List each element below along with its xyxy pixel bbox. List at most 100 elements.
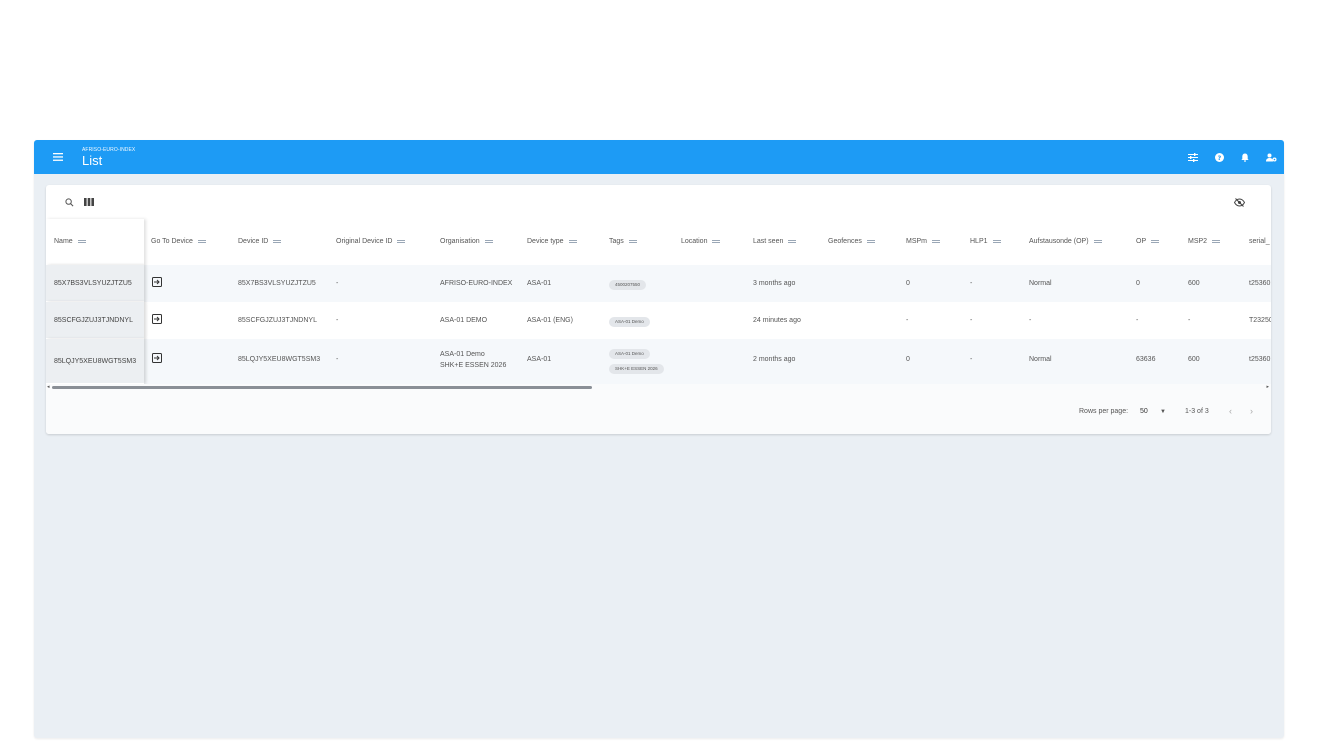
app-bar: AFRISO-EURO-INDEX List ? [34,140,1284,174]
column-label: Aufstausonde (OP) [1029,238,1089,245]
help-icon[interactable]: ? [1206,140,1232,174]
tag-chip[interactable]: ASA-01 Demo [609,317,650,327]
column-header-last-seen[interactable]: Last seen [753,238,797,245]
aufstausonde-cell: - [1029,317,1032,324]
msp2-cell: 600 [1188,356,1200,363]
name-cell[interactable]: 85LQJY5XEU8WGT5SM3 [46,339,144,384]
drag-handle-icon[interactable] [866,240,875,243]
rows-per-page-select[interactable]: 50 [1140,408,1148,415]
drag-handle-icon[interactable] [397,240,406,243]
tune-icon[interactable] [1180,140,1206,174]
column-label: Location [681,238,708,245]
table-row[interactable]: 85LQJY5XEU8WGT5SM3 - ASA-01 Demo SHK+E E… [46,339,1271,384]
drag-handle-icon[interactable] [484,240,493,243]
device-type-cell: ASA-01 [527,356,552,363]
column-header-go-to-device[interactable]: Go To Device [151,238,206,245]
device-id-cell: 85X7BS3VLSYUZJTZU5 [238,280,316,287]
column-header-location[interactable]: Location [681,238,721,245]
table-pagination: Rows per page: 50 ▼ 1-3 of 3 ‹ › [46,390,1271,434]
original-device-id-cell: - [336,317,339,324]
drag-handle-icon[interactable] [788,240,797,243]
device-type-cell: ASA-01 [527,280,552,287]
account-settings-icon[interactable] [1258,140,1284,174]
tag-chip[interactable]: 4500207550 [609,280,647,290]
msp2-cell: 600 [1188,280,1200,287]
drag-handle-icon[interactable] [77,240,86,243]
organisation-subtitle: AFRISO-EURO-INDEX [82,147,136,153]
drag-handle-icon[interactable] [1212,240,1221,243]
column-label: MSP2 [1188,238,1208,245]
svg-text:?: ? [1217,154,1221,161]
go-to-device-icon[interactable] [152,277,162,291]
name-cell[interactable]: 85SCFGJZUJ3TJNDNYL [46,302,144,339]
column-header-device-type[interactable]: Device type [527,238,577,245]
tag-chip[interactable]: SHK+E ESSEN 2026 [609,364,664,374]
scrollbar-thumb[interactable] [52,386,592,389]
original-device-id-cell: - [336,280,339,287]
column-header-device-id[interactable]: Device ID [238,238,282,245]
organisation-cell: ASA-01 Demo SHK+E ESSEN 2026 [440,349,506,371]
tags-cell: ASA-01 Demo SHK+E ESSEN 2026 [609,347,664,377]
column-header-geofences[interactable]: Geofences [828,238,875,245]
menu-icon[interactable] [34,140,82,174]
tags-cell: ASA-01 Demo [609,316,650,330]
column-header-msp2[interactable]: MSP2 [1188,238,1221,245]
previous-page-icon[interactable]: ‹ [1229,406,1232,416]
pagination-range: 1-3 of 3 [1185,408,1209,415]
op-cell: - [1136,317,1139,324]
columns-icon[interactable] [82,195,96,209]
column-label: HLP1 [970,238,988,245]
column-label: OP [1136,238,1147,245]
go-to-device-icon[interactable] [152,314,162,328]
rows-per-page-label: Rows per page: [1079,408,1129,415]
hlp1-cell: - [970,356,973,363]
column-header-op[interactable]: OP [1136,238,1160,245]
drag-handle-icon[interactable] [628,240,637,243]
organisation-cell: ASA-01 DEMO [440,317,488,324]
page-titles: AFRISO-EURO-INDEX List [82,147,136,168]
search-icon[interactable] [62,195,76,209]
column-header-original-device-id[interactable]: Original Device ID [336,238,406,245]
device-id-cell: 85SCFGJZUJ3TJNDNYL [238,317,317,324]
column-label: Original Device ID [336,238,393,245]
page-title: List [82,153,103,168]
device-id-cell: 85LQJY5XEU8WGT5SM3 [238,356,321,363]
eye-off-icon[interactable] [1232,195,1246,209]
aufstausonde-cell: Normal [1029,280,1052,287]
app-window: AFRISO-EURO-INDEX List ? Go To Device De… [34,140,1284,738]
next-page-icon[interactable]: › [1250,406,1253,416]
column-header-tags[interactable]: Tags [609,238,637,245]
column-header-organisation[interactable]: Organisation [440,238,493,245]
column-header-aufstausonde-op[interactable]: Aufstausonde (OP) [1029,238,1102,245]
table-row[interactable]: 85SCFGJZUJ3TJNDNYL - ASA-01 DEMO ASA-01 … [46,302,1271,339]
drag-handle-icon[interactable] [273,240,282,243]
column-label: Tags [609,238,624,245]
bell-icon[interactable] [1232,140,1258,174]
column-header-serial[interactable]: serial_ [1249,238,1270,245]
drag-handle-icon[interactable] [197,240,206,243]
serial-cell: t25360 [1249,356,1271,363]
column-header-name[interactable]: Name [46,219,144,265]
organisation-line: SHK+E ESSEN 2026 [440,362,507,369]
organisation-line: ASA-01 Demo [440,351,485,358]
hlp1-cell: - [970,280,973,287]
drag-handle-icon[interactable] [712,240,721,243]
column-header-mspm[interactable]: MSPm [906,238,940,245]
table-row[interactable]: 85X7BS3VLSYUZJTZU5 - AFRISO-EURO-INDEX A… [46,265,1271,302]
column-label: Device ID [238,238,269,245]
name-cell[interactable]: 85X7BS3VLSYUZJTZU5 [46,265,144,302]
last-seen-cell: 24 minutes ago [753,317,801,324]
chevron-down-icon[interactable]: ▼ [1160,409,1166,415]
drag-handle-icon[interactable] [1151,240,1160,243]
go-to-device-icon[interactable] [152,353,162,367]
mspm-cell: 0 [906,280,910,287]
op-cell: 63636 [1136,356,1156,363]
drag-handle-icon[interactable] [568,240,577,243]
drag-handle-icon[interactable] [1093,240,1102,243]
column-label: serial_ [1249,238,1270,245]
drag-handle-icon[interactable] [992,240,1001,243]
op-cell: 0 [1136,280,1140,287]
column-header-hlp1[interactable]: HLP1 [970,238,1001,245]
tag-chip[interactable]: ASA-01 Demo [609,349,650,359]
drag-handle-icon[interactable] [932,240,940,243]
